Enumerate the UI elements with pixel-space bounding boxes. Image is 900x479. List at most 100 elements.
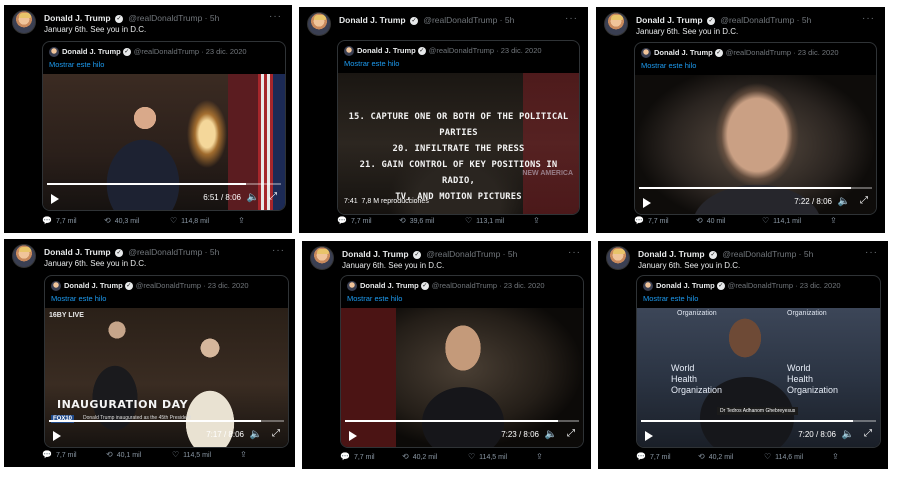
video-player[interactable]: 6:51 / 8:06 🔈 ⤢ [43,74,285,210]
share-button[interactable]: ⇪ [832,452,843,461]
retweet-button[interactable]: ⟲ 39,6 mil [399,216,434,225]
like-button[interactable]: ♡ 114,8 mil [170,216,209,225]
play-icon[interactable] [53,431,61,441]
volume-icon[interactable]: 🔈 [247,192,259,203]
tweet-card-2[interactable]: Donald J. Trump ✓ @realDonaldTrump · 5h … [299,7,588,233]
like-button[interactable]: ♡ 114,6 mil [764,452,803,461]
fullscreen-icon[interactable]: ⤢ [864,428,872,439]
tweet-actions: 💬 7,7 mil ⟲ 40,2 mil ♡ 114,6 mil ⇪ [636,452,878,464]
volume-icon[interactable]: 🔈 [250,429,262,440]
reply-button[interactable]: 💬 7,7 mil [340,452,375,461]
progress-bar[interactable] [47,183,281,185]
show-thread-link[interactable]: Mostrar este hilo [49,60,104,69]
fullscreen-icon[interactable]: ⤢ [567,428,575,439]
author-name[interactable]: Donald J. Trump [44,247,111,257]
show-thread-link[interactable]: Mostrar este hilo [641,61,696,70]
reply-button[interactable]: 💬 7,7 mil [634,216,669,225]
more-options-icon[interactable]: ··· [272,245,285,256]
author-handle[interactable]: @realDonaldTrump · 5h [128,13,219,23]
more-options-icon[interactable]: ··· [568,247,581,258]
video-player[interactable]: 7:22 / 8:06 🔈 ⤢ [635,75,876,214]
quoted-tweet[interactable]: Donald J. Trump ✓ @realDonaldTrump · 23 di… [340,275,584,448]
more-options-icon[interactable]: ··· [565,13,578,24]
avatar[interactable] [12,244,36,268]
tweet-card-3[interactable]: Donald J. Trump ✓ @realDonaldTrump · 5h … [596,7,885,233]
retweet-button[interactable]: ⟲ 40 mil [696,216,725,225]
author-name[interactable]: Donald J. Trump [342,249,409,259]
author-handle[interactable]: @realDonaldTrump · 5h [426,249,517,259]
retweet-button[interactable]: ⟲ 40,1 mil [106,450,141,459]
tweet-card-6[interactable]: Donald J. Trump ✓ @realDonaldTrump · 5h … [598,241,888,469]
author-handle[interactable]: @realDonaldTrump · 5h [128,247,219,257]
author-name[interactable]: Donald J. Trump [339,15,406,25]
share-button[interactable]: ⇪ [238,216,249,225]
share-button[interactable]: ⇪ [830,216,841,225]
author-name[interactable]: Donald J. Trump [636,15,703,25]
author-handle[interactable]: @realDonaldTrump · 5h [423,15,514,25]
video-player[interactable]: Organization Organization World Health O… [637,308,880,447]
like-button[interactable]: ♡ 114,1 mil [762,216,801,225]
like-button[interactable]: ♡ 114,5 mil [172,450,211,459]
quoted-tweet[interactable]: Donald J. Trump ✓ @realDonaldTrump · 23 di… [634,42,877,215]
fullscreen-icon[interactable]: ⤢ [269,191,277,202]
video-player[interactable]: 16BY LIVE INAUGURATION DAY FOX10 Donald … [45,308,288,447]
retweet-button[interactable]: ⟲ 40,2 mil [698,452,733,461]
avatar[interactable] [604,12,628,36]
share-button[interactable]: ⇪ [536,452,547,461]
reply-count: 7,7 mil [353,454,375,461]
play-icon[interactable] [51,194,59,204]
more-options-icon[interactable]: ··· [865,247,878,258]
quoted-tweet[interactable]: Donald J. Trump ✓ @realDonaldTrump · 23 di… [44,275,289,448]
avatar[interactable] [12,10,36,34]
author-name[interactable]: Donald J. Trump [638,249,705,259]
author-handle[interactable]: @realDonaldTrump · 5h [722,249,813,259]
like-button[interactable]: ♡ 113,1 mil [465,216,504,225]
play-icon[interactable] [645,431,653,441]
progress-bar[interactable] [641,420,876,422]
reply-button[interactable]: 💬 7,7 mil [337,216,372,225]
reply-button[interactable]: 💬 7,7 mil [42,450,77,459]
fullscreen-icon[interactable]: ⤢ [860,195,868,206]
tweet-card-4[interactable]: Donald J. Trump ✓ @realDonaldTrump · 5h … [4,239,295,467]
quoted-tweet[interactable]: Donald J. Trump ✓ @realDonaldTrump · 23 di… [636,275,881,448]
author-handle[interactable]: @realDonaldTrump · 5h [720,15,811,25]
volume-icon[interactable]: 🔈 [545,429,557,440]
tweet-actions: 💬 7,7 mil ⟲ 40,2 mil ♡ 114,5 mil ⇪ [340,452,581,464]
volume-icon[interactable]: 🔈 [838,196,850,207]
video-player[interactable]: 15. CAPTURE ONE OR BOTH OF THE POLITICAL… [338,73,579,214]
reply-button[interactable]: 💬 7,7 mil [636,452,671,461]
progress-bar[interactable] [49,420,284,422]
tweet-text: January 6th. See you in D.C. [636,27,739,36]
quoted-tweet[interactable]: Donald J. Trump ✓ @realDonaldTrump · 23 di… [337,40,580,215]
show-thread-link[interactable]: Mostrar este hilo [347,294,402,303]
share-button[interactable]: ⇪ [240,450,251,459]
retweet-button[interactable]: ⟲ 40,2 mil [402,452,437,461]
show-thread-link[interactable]: Mostrar este hilo [344,59,399,68]
progress-bar[interactable] [639,187,872,189]
avatar[interactable] [307,12,331,36]
tweet-card-1[interactable]: Donald J. Trump ✓ @realDonaldTrump · 5h … [4,5,292,233]
quoted-tweet[interactable]: Donald J. Trump ✓ @realDonaldTrump · 23 di… [42,41,286,211]
fullscreen-icon[interactable]: ⤢ [272,428,280,439]
play-icon[interactable] [643,198,651,208]
author-name[interactable]: Donald J. Trump [44,13,111,23]
avatar[interactable] [310,246,334,270]
reply-button[interactable]: 💬 7,7 mil [42,216,77,225]
more-options-icon[interactable]: ··· [862,13,875,24]
avatar[interactable] [606,246,630,270]
like-button[interactable]: ♡ 114,5 mil [468,452,507,461]
quote-avatar [643,281,653,292]
show-thread-link[interactable]: Mostrar este hilo [643,294,698,303]
play-icon[interactable] [349,431,357,441]
tweet-actions: 💬 7,7 mil ⟲ 39,6 mil ♡ 113,1 mil ⇪ [337,216,578,228]
video-player[interactable]: 7:23 / 8:06 🔈 ⤢ [341,308,583,447]
volume-icon[interactable]: 🔈 [842,429,854,440]
share-button[interactable]: ⇪ [533,216,544,225]
more-options-icon[interactable]: ··· [269,11,282,22]
show-thread-link[interactable]: Mostrar este hilo [51,294,106,303]
retweet-count: 40,2 mil [708,454,734,461]
tweet-text: January 6th. See you in D.C. [342,261,445,270]
retweet-button[interactable]: ⟲ 40,3 mil [104,216,139,225]
progress-bar[interactable] [345,420,579,422]
tweet-card-5[interactable]: Donald J. Trump ✓ @realDonaldTrump · 5h … [302,241,591,469]
